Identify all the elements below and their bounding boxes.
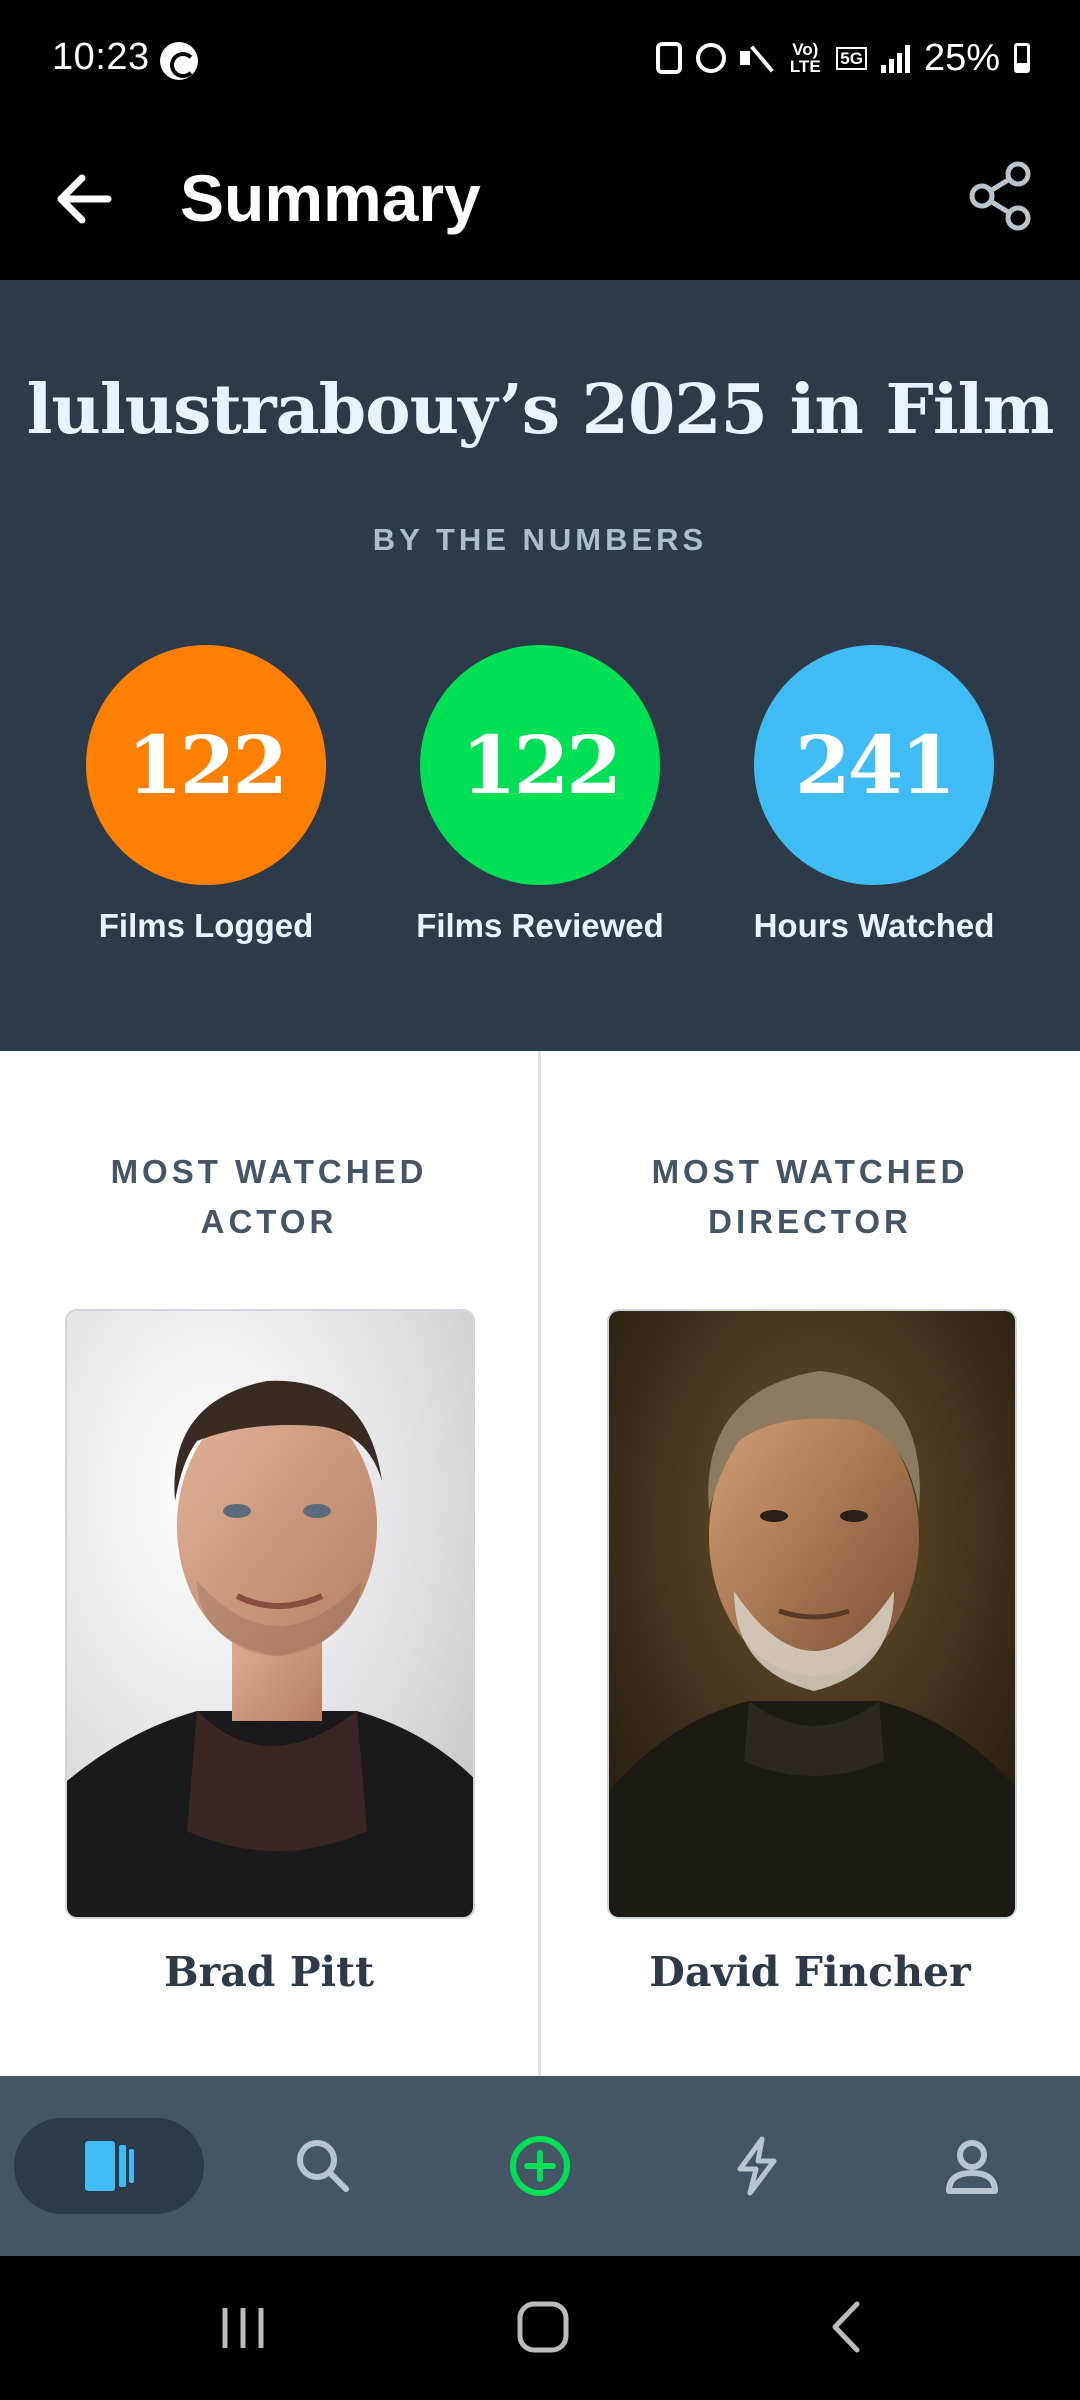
- recent-apps-icon: [222, 2308, 264, 2348]
- stat-label: Films Logged: [98, 907, 314, 944]
- profile-icon: [946, 2140, 998, 2194]
- mute-icon: [740, 43, 774, 73]
- nav-add[interactable]: [495, 2121, 585, 2211]
- stat-hours-watched[interactable]: 241 Hours Watched: [724, 645, 1024, 945]
- share-button[interactable]: [960, 156, 1040, 236]
- recycle-notification-icon: [656, 42, 683, 74]
- stat-label: Hours Watched: [753, 907, 995, 944]
- page-title: Summary: [180, 161, 481, 235]
- director-portrait[interactable]: [607, 1309, 1017, 1919]
- status-time: 10:23: [52, 36, 150, 78]
- heading-text: MOST WATCHED ACTOR: [110, 1153, 428, 1240]
- heading-text: MOST WATCHED DIRECTOR: [651, 1153, 969, 1240]
- system-navigation-bar: [0, 2256, 1080, 2400]
- nav-search[interactable]: [278, 2121, 368, 2211]
- volte-indicator: Vo) LTE: [789, 40, 821, 76]
- search-icon: [297, 2140, 349, 2192]
- stat-circle: 122: [86, 645, 326, 885]
- director-photo: [609, 1311, 1015, 1917]
- 5g-indicator: 5G: [836, 46, 867, 70]
- stat-films-logged[interactable]: 122 Films Logged: [56, 645, 356, 945]
- director-name[interactable]: David Fincher: [541, 1948, 1079, 1996]
- stat-films-reviewed[interactable]: 122 Films Reviewed: [390, 645, 690, 945]
- status-icons: Vo) LTE 5G 25%: [656, 36, 1030, 80]
- year-in-film-title: lulustrabouy’s 2025 in Film: [26, 370, 1055, 450]
- app-bar: Summary: [0, 120, 1080, 280]
- most-watched-actor[interactable]: MOST WATCHED ACTOR Brad Pitt: [0, 1051, 538, 2076]
- activity-icon: [737, 2136, 777, 2196]
- by-the-numbers-heading: BY THE NUMBERS: [372, 522, 708, 557]
- signal-strength-icon: [880, 43, 910, 73]
- nav-activity[interactable]: [712, 2121, 802, 2211]
- bottom-navigation: [0, 2076, 1080, 2256]
- add-icon: [510, 2136, 570, 2196]
- stat-circle: 241: [754, 645, 994, 885]
- chevron-left-icon: [832, 2301, 860, 2353]
- stat-circle: 122: [420, 645, 660, 885]
- arrow-left-icon: [57, 174, 112, 224]
- status-bar: 10:23 Vo) LTE 5G 25%: [0, 0, 1080, 120]
- summary-header: lulustrabouy’s 2025 in Film BY THE NUMBE…: [0, 280, 1080, 1051]
- most-watched-section: MOST WATCHED ACTOR Brad Pitt MOST WATCHE…: [0, 1051, 1080, 2076]
- back-nav-button[interactable]: [807, 2292, 887, 2362]
- share-icon: [969, 161, 1031, 231]
- battery-icon: [1014, 43, 1030, 73]
- alarm-icon: [696, 43, 727, 73]
- films-icon: [85, 2141, 134, 2191]
- battery-percentage: 25%: [923, 36, 1000, 79]
- home-button[interactable]: [503, 2292, 583, 2362]
- most-watched-actor-heading: MOST WATCHED ACTOR: [0, 1147, 538, 1247]
- recent-apps-button[interactable]: [203, 2292, 283, 2362]
- nav-films[interactable]: [63, 2121, 153, 2211]
- actor-portrait[interactable]: [65, 1309, 475, 1919]
- nav-profile[interactable]: [927, 2121, 1017, 2211]
- home-icon: [517, 2301, 569, 2353]
- back-button[interactable]: [50, 164, 120, 234]
- shazam-notification-icon: [160, 42, 198, 80]
- actor-photo: [67, 1311, 473, 1917]
- most-watched-director[interactable]: MOST WATCHED DIRECTOR David Fincher: [541, 1051, 1079, 2076]
- most-watched-director-heading: MOST WATCHED DIRECTOR: [541, 1147, 1079, 1247]
- stat-label: Films Reviewed: [416, 907, 664, 944]
- actor-name[interactable]: Brad Pitt: [0, 1948, 538, 1996]
